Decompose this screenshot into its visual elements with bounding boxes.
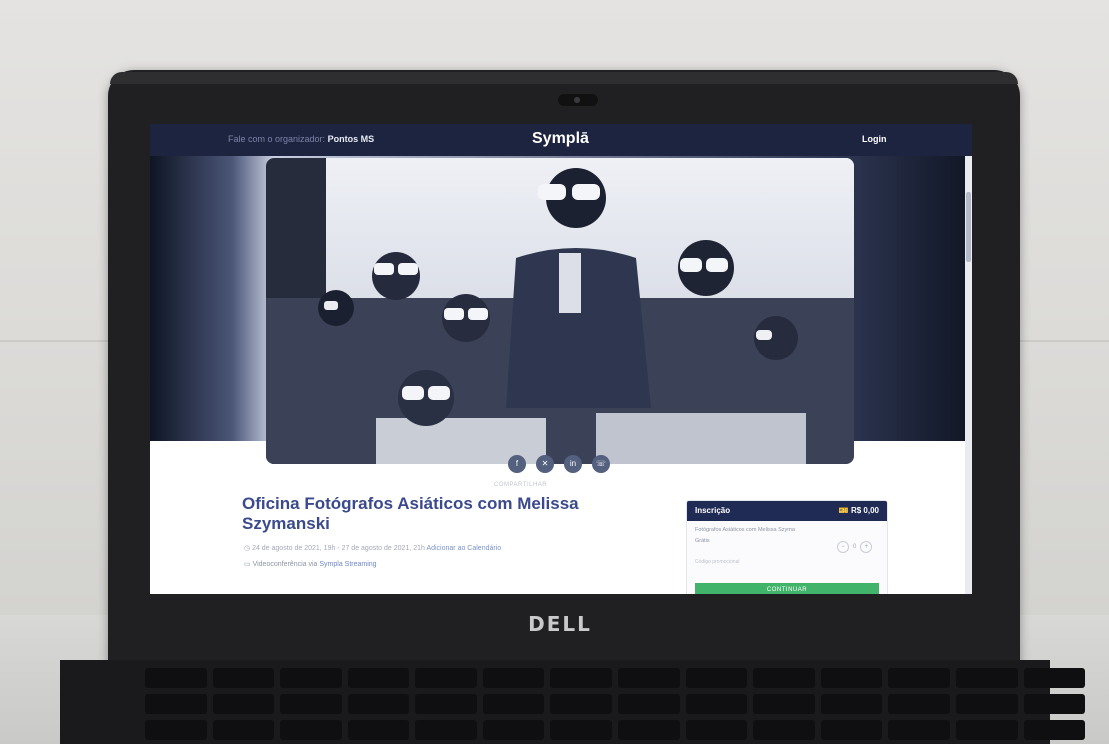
event-title: Oficina Fotógrafos Asiáticos com Melissa… (242, 494, 579, 533)
laptop-lid-edge (110, 72, 1018, 84)
key (280, 668, 342, 688)
key (685, 694, 748, 714)
key (482, 694, 545, 714)
event-place-prefix: Videoconferência via (252, 561, 318, 568)
key (955, 668, 1018, 688)
key (820, 694, 883, 714)
continue-button[interactable]: CONTINUAR (695, 583, 879, 594)
key (482, 668, 545, 688)
clock-icon: ◷ (244, 545, 253, 552)
linkedin-icon[interactable]: in (564, 455, 582, 473)
key (685, 668, 748, 688)
organizer-name[interactable]: Pontos MS (328, 134, 375, 144)
keyboard-row (145, 694, 1086, 714)
laptop-screen: Fale com o organizador: Pontos MS Symplā… (150, 124, 972, 594)
key (212, 720, 275, 740)
ticket-name: Fotógrafos Asiáticos com Melissa Szyma (695, 527, 795, 533)
plus-icon[interactable]: + (860, 541, 873, 553)
share-label[interactable]: COMPARTILHAR (494, 482, 547, 488)
ticket-icon: 🎫 (838, 506, 851, 515)
key (415, 668, 477, 688)
page-scrollbar[interactable] (965, 156, 972, 594)
key (820, 720, 883, 740)
ticket-price: Grátis (695, 538, 710, 544)
key (280, 720, 342, 740)
key (347, 694, 410, 714)
event-date: ◷ 24 de agosto de 2021, 19h - 27 de agos… (244, 544, 501, 552)
key (618, 694, 680, 714)
ticket-header: Inscrição 🎫 R$ 0,00 (687, 501, 887, 521)
event-cover-photo (266, 158, 854, 464)
quantity-stepper[interactable]: − 0 + (837, 541, 873, 553)
key (347, 668, 410, 688)
key (550, 668, 613, 688)
key (1023, 694, 1086, 714)
key (685, 720, 748, 740)
facebook-icon[interactable]: f (508, 455, 526, 473)
key (888, 694, 950, 714)
organizer-prefix: Fale com o organizador: (228, 134, 326, 144)
key (955, 694, 1018, 714)
key (888, 668, 950, 688)
key (280, 694, 342, 714)
share-buttons: f ✕ in ☏ (508, 455, 610, 473)
event-details: COMPARTILHAR Oficina Fotógrafos Asiático… (150, 476, 972, 594)
key (212, 694, 275, 714)
key (820, 668, 883, 688)
key (1023, 668, 1086, 688)
scrollbar-thumb[interactable] (966, 192, 971, 262)
key (415, 694, 477, 714)
key (145, 668, 207, 688)
twitter-icon[interactable]: ✕ (536, 455, 554, 473)
key (145, 694, 207, 714)
key (145, 720, 207, 740)
laptop-keyboard-deck (60, 660, 1086, 744)
event-place: ▭ Videoconferência via Sympla Streaming (244, 560, 377, 568)
key (955, 720, 1018, 740)
keyboard-row (145, 668, 1086, 688)
keyboard-row (145, 720, 1086, 740)
ticket-total: R$ 0,00 (850, 506, 879, 515)
ticket-header-price: 🎫 R$ 0,00 (839, 501, 879, 521)
ticket-header-label: Inscrição (695, 506, 731, 515)
site-header: Fale com o organizador: Pontos MS Symplā… (150, 124, 972, 156)
key (753, 694, 815, 714)
key (753, 668, 815, 688)
key (415, 720, 477, 740)
quantity-value: 0 (853, 544, 857, 550)
key (347, 720, 410, 740)
key (212, 668, 275, 688)
login-link[interactable]: Login (862, 134, 887, 144)
key (482, 720, 545, 740)
key (888, 720, 950, 740)
promo-code-input[interactable]: Código promocional (695, 559, 739, 565)
key (753, 720, 815, 740)
event-place-link[interactable]: Sympla Streaming (319, 561, 376, 568)
key (550, 720, 613, 740)
organizer-contact[interactable]: Fale com o organizador: Pontos MS (228, 134, 374, 144)
minus-icon[interactable]: − (837, 541, 849, 553)
key (550, 694, 613, 714)
cover-photo-illustration (266, 158, 854, 464)
whatsapp-icon[interactable]: ☏ (592, 455, 610, 473)
dell-logo: DELL (528, 612, 592, 636)
key (618, 720, 680, 740)
event-date-text: 24 de agosto de 2021, 19h - 27 de agosto… (252, 545, 425, 552)
sympla-logo[interactable]: Symplā (532, 130, 589, 148)
add-calendar-link[interactable]: Adicionar ao Calendário (426, 545, 501, 552)
key (1023, 720, 1086, 740)
webcam-lens (574, 97, 580, 103)
video-icon: ▭ (244, 561, 253, 568)
key (618, 668, 680, 688)
ticket-panel: Inscrição 🎫 R$ 0,00 Fotógrafos Asiáticos… (686, 500, 888, 594)
